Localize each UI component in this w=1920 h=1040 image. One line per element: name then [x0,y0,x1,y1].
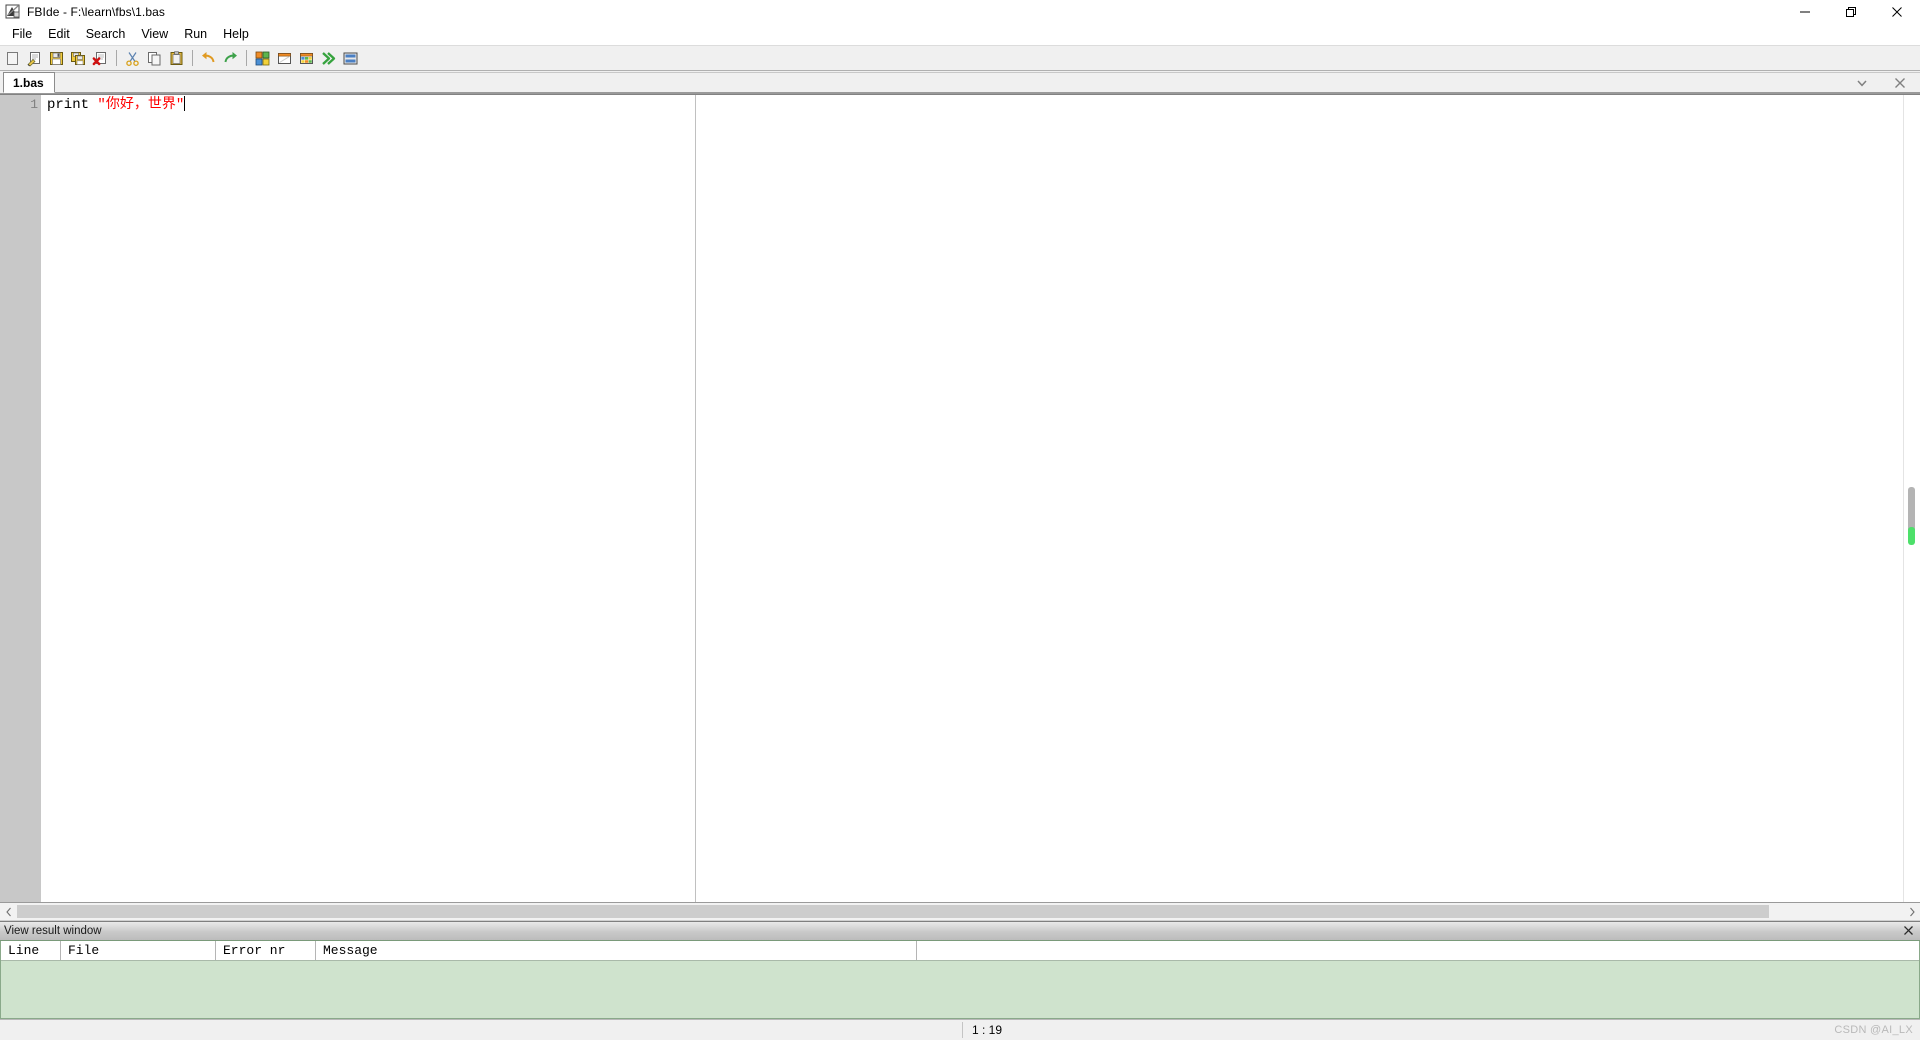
result-window-close-icon[interactable] [1901,923,1915,937]
result-window-title: View result window [4,925,102,937]
panels-icon[interactable] [252,48,273,69]
menu-file[interactable]: File [4,24,40,44]
result-column-spacer[interactable] [917,941,1919,960]
redo-icon[interactable] [220,48,241,69]
result-column-line[interactable]: Line [1,941,61,960]
close-icon[interactable] [1874,0,1920,23]
watermark-text: CSDN @AI_LX [1834,1024,1913,1036]
result-column-file[interactable]: File [61,941,216,960]
menu-bar: File Edit Search View Run Help [0,23,1920,45]
save-all-icon[interactable] [68,48,89,69]
scrollbar-position-marker [1908,527,1915,545]
scroll-right-icon[interactable] [1903,904,1920,919]
result-column-error-nr[interactable]: Error nr [216,941,316,960]
result-window-header: View result window [0,922,1920,941]
text-caret [184,96,186,111]
toolbar-separator [192,50,193,66]
chevron-down-icon[interactable] [1854,75,1870,91]
result-grid-header-row: Line File Error nr Message [1,941,1919,961]
code-string: "你好，世界" [97,97,185,113]
result-column-message[interactable]: Message [316,941,917,960]
minimize-icon[interactable] [1782,0,1828,23]
cursor-position-indicator: 1 : 19 [972,1023,1003,1037]
code-keyword: print [47,97,98,113]
fbide-window: FBIde - F:\learn\fbs\1.bas File Edit Sea… [0,0,1920,1040]
tab-bar: 1.bas [0,71,1920,94]
console-icon[interactable] [340,48,361,69]
window-controls [1782,0,1920,23]
result-grid-body[interactable] [1,961,1919,1018]
menu-view[interactable]: View [133,24,176,44]
code-editor[interactable]: 1 print "你好，世界" [0,94,1920,902]
open-file-icon[interactable] [24,48,45,69]
tab-close-icon[interactable] [1892,75,1908,91]
line-number-gutter: 1 [0,95,41,902]
copy-icon[interactable] [144,48,165,69]
cut-icon[interactable] [122,48,143,69]
menu-help[interactable]: Help [215,24,257,44]
horizontal-scroll-thumb[interactable] [17,905,1769,918]
fbide-icon [5,4,21,20]
toolbar-separator [246,50,247,66]
undo-icon[interactable] [198,48,219,69]
run-icon[interactable] [318,48,339,69]
menu-edit[interactable]: Edit [40,24,78,44]
status-bar: 1 : 19 CSDN @AI_LX [0,1019,1920,1040]
menu-run[interactable]: Run [176,24,215,44]
horizontal-scroll-track[interactable] [17,904,1903,919]
title-bar: FBIde - F:\learn\fbs\1.bas [0,0,1920,23]
new-file-icon[interactable] [2,48,23,69]
tab-label: 1.bas [13,75,44,90]
menu-search[interactable]: Search [78,24,134,44]
title-bar-left: FBIde - F:\learn\fbs\1.bas [0,4,165,20]
window-title: FBIde - F:\learn\fbs\1.bas [27,4,165,19]
save-icon[interactable] [46,48,67,69]
toolbar [0,45,1920,71]
scroll-left-icon[interactable] [0,904,17,919]
paste-icon[interactable] [166,48,187,69]
result-window-icon[interactable] [296,48,317,69]
restore-icon[interactable] [1828,0,1874,23]
tab-bar-controls [1854,72,1920,93]
code-text-area[interactable]: print "你好，世界" [41,95,1920,902]
editor-margin-guide [695,95,696,902]
output-window-icon[interactable] [274,48,295,69]
result-grid[interactable]: Line File Error nr Message [0,941,1920,1019]
status-bar-separator [962,1022,963,1038]
editor-vertical-scrollbar[interactable] [1903,95,1920,902]
tab-bar-strip [54,72,1920,93]
editor-horizontal-scrollbar[interactable] [0,902,1920,921]
tab-1bas[interactable]: 1.bas [3,72,55,93]
close-file-icon[interactable] [90,48,111,69]
result-window-panel: View result window Line File Error nr Me… [0,921,1920,1019]
code-line-1: print "你好，世界" [47,96,186,114]
line-number: 1 [30,97,38,112]
toolbar-separator [116,50,117,66]
